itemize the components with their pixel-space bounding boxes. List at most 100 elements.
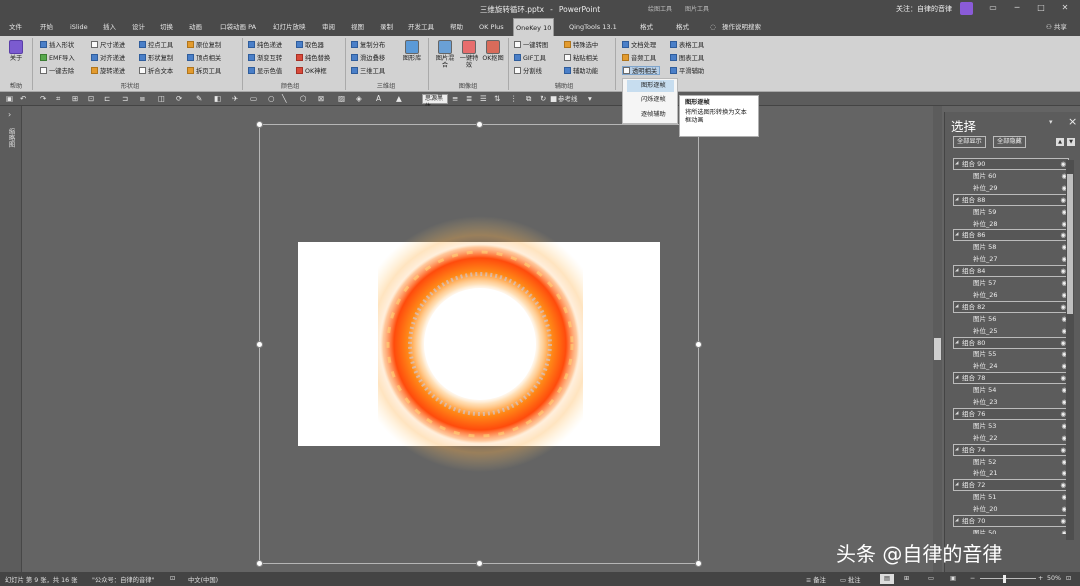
zoom-slider-thumb[interactable] — [1003, 575, 1006, 583]
shape-outline-icon[interactable]: ⬡ — [300, 94, 307, 104]
item-row[interactable]: 图片 54 ◉ — [953, 384, 1069, 396]
menu-item-shape-frame[interactable]: 图形逐帧 — [627, 80, 674, 92]
item-row[interactable]: 补位_20 ◉ — [953, 503, 1069, 515]
control-point-tool-button[interactable]: 控点工具 — [139, 40, 173, 49]
tab-transitions[interactable]: 切换 — [158, 18, 175, 36]
resize-handle-se[interactable] — [695, 560, 702, 567]
split-page-tool-button[interactable]: 拆页工具 — [187, 66, 221, 75]
font-color-icon[interactable]: A — [376, 94, 381, 104]
menu-item-flash-frame[interactable]: 闪烁逐帧 — [627, 94, 674, 106]
expand-triangle-icon[interactable]: ◢ — [955, 159, 958, 169]
item-row[interactable]: 补位_28 ◉ — [953, 218, 1069, 230]
resize-handle-n[interactable] — [476, 121, 483, 128]
pane-options-icon[interactable]: ▾ — [1049, 118, 1053, 126]
auxiliary-function-button[interactable]: 辅助功能 — [564, 66, 598, 75]
item-row[interactable]: 图片 58 ◉ — [953, 241, 1069, 253]
group-icon[interactable]: ◫ — [158, 94, 165, 104]
chart-tool-button[interactable]: 图表工具 — [670, 53, 704, 62]
avatar[interactable] — [960, 2, 973, 15]
tab-view[interactable]: 视图 — [349, 18, 366, 36]
item-row[interactable]: 补位_23 ◉ — [953, 396, 1069, 408]
resize-handle-s[interactable] — [476, 560, 483, 567]
image-mix-button[interactable]: 图片混合 — [434, 40, 456, 69]
align-center-icon[interactable]: ⊐ — [122, 94, 128, 104]
thumbnail-pane-collapsed[interactable]: › 缩略图 — [0, 106, 22, 572]
insert-shape-button[interactable]: 插入形状 — [40, 40, 74, 49]
select-icon[interactable]: ⊞ — [72, 94, 78, 104]
shape-copy-button[interactable]: 形状复制 — [139, 53, 173, 62]
group-row[interactable]: ◢ 组合 76 ◉ — [953, 407, 1069, 420]
in-place-copy-button[interactable]: 原位复制 — [187, 40, 221, 49]
item-row[interactable]: 图片 60 ◉ — [953, 170, 1069, 182]
pane-close-icon[interactable]: × — [1068, 115, 1077, 128]
expand-triangle-icon[interactable]: ◢ — [955, 338, 958, 348]
emf-import-button[interactable]: EMF导入 — [40, 53, 75, 62]
item-row[interactable]: 补位_21 ◉ — [953, 467, 1069, 479]
tab-file[interactable]: 文件 — [7, 18, 24, 36]
item-row[interactable]: 图片 52 ◉ — [953, 456, 1069, 468]
gradient-convert-button[interactable]: 渐变互转 — [248, 53, 282, 62]
tab-design[interactable]: 设计 — [130, 18, 147, 36]
item-row[interactable]: 补位_26 ◉ — [953, 289, 1069, 301]
zoom-in-icon[interactable]: + — [1038, 575, 1043, 582]
undo-icon[interactable]: ↶ — [20, 94, 26, 104]
item-row[interactable]: 图片 53 ◉ — [953, 420, 1069, 432]
item-row[interactable]: 补位_24 ◉ — [953, 360, 1069, 372]
paste-related-button[interactable]: 粘贴相关 — [564, 53, 598, 62]
transparency-related-button[interactable]: 透明相关 — [622, 66, 661, 75]
columns-icon[interactable]: ⧉ — [526, 94, 531, 104]
fold-text-button[interactable]: 折合文本 — [139, 66, 173, 75]
slide-sorter-icon[interactable]: ⊞ — [904, 575, 909, 582]
rotate-icon[interactable]: ⟳ — [176, 94, 182, 104]
text-direction-icon[interactable]: ⇅ — [494, 94, 500, 104]
group-row[interactable]: ◢ 组合 74 ◉ — [953, 443, 1069, 456]
group-row[interactable]: ◢ 组合 70 ◉ — [953, 515, 1069, 527]
group-row[interactable]: ◢ 组合 80 ◉ — [953, 336, 1069, 349]
pin-icon[interactable]: ✈ — [232, 94, 238, 104]
item-row[interactable]: 补位_29 ◉ — [953, 182, 1069, 194]
item-row[interactable]: 补位_25 ◉ — [953, 325, 1069, 337]
tab-format-drawing[interactable]: 格式 — [638, 18, 655, 36]
ribbon-display-icon[interactable]: ▭ — [986, 2, 1000, 14]
show-color-value-button[interactable]: 显示色值 — [248, 66, 282, 75]
tab-ok-plus[interactable]: OK Plus — [477, 18, 506, 36]
item-row[interactable]: 补位_22 ◉ — [953, 432, 1069, 444]
slideshow-icon[interactable]: ▣ — [950, 575, 956, 582]
canvas-scroll-thumb[interactable] — [934, 338, 941, 360]
expand-triangle-icon[interactable]: ◢ — [955, 195, 958, 205]
zoom-out-icon[interactable]: − — [970, 575, 975, 582]
ok-magic-frame-button[interactable]: OK神框 — [296, 66, 327, 75]
line-spacing-icon[interactable]: ⋮ — [510, 94, 518, 104]
show-all-button[interactable]: 全部显示 — [953, 136, 986, 148]
group-row[interactable]: ◢ 组合 84 ◉ — [953, 265, 1069, 278]
group-row[interactable]: ◢ 组合 82 ◉ — [953, 300, 1069, 313]
text-align-icon[interactable]: ≣ — [466, 94, 472, 104]
resize-handle-sw[interactable] — [256, 560, 263, 567]
format-painter-icon[interactable]: ⌗ — [56, 94, 60, 104]
group-row[interactable]: ◢ 组合 88 ◉ — [953, 193, 1069, 206]
eyedropper-icon[interactable]: ✎ — [196, 94, 202, 104]
tab-pocket-animation[interactable]: 口袋动画 PA — [218, 18, 258, 36]
guides-checkbox[interactable]: ■ — [550, 94, 557, 104]
shape-fill-icon[interactable]: ◧ — [214, 94, 221, 104]
close-icon[interactable]: ✕ — [1058, 2, 1072, 14]
group-row[interactable]: ◢ 组合 90 ◉ — [953, 158, 1069, 170]
item-row[interactable]: 图片 55 ◉ — [953, 348, 1069, 360]
tab-animations[interactable]: 动画 — [187, 18, 204, 36]
tab-developer[interactable]: 开发工具 — [406, 18, 436, 36]
tab-insert[interactable]: 插入 — [101, 18, 118, 36]
redo-icon[interactable]: ↷ — [40, 94, 46, 104]
save-icon[interactable]: ▣ — [6, 94, 13, 104]
align-left-icon[interactable]: ⊏ — [104, 94, 110, 104]
document-processing-button[interactable]: 文档处理 — [622, 40, 656, 49]
resize-handle-e[interactable] — [695, 341, 702, 348]
expand-triangle-icon[interactable]: ◢ — [955, 516, 958, 526]
item-row[interactable]: 图片 57 ◉ — [953, 277, 1069, 289]
color-picker-button[interactable]: 取色器 — [296, 40, 324, 49]
rotate-text-icon[interactable]: ↻ — [540, 94, 546, 104]
one-key-to-image-button[interactable]: 一键转图 — [514, 40, 548, 49]
group-row[interactable]: ◢ 组合 86 ◉ — [953, 229, 1069, 242]
tab-record[interactable]: 录制 — [378, 18, 395, 36]
accessibility-icon[interactable]: ⊡ — [170, 575, 175, 582]
tab-help[interactable]: 帮助 — [448, 18, 465, 36]
